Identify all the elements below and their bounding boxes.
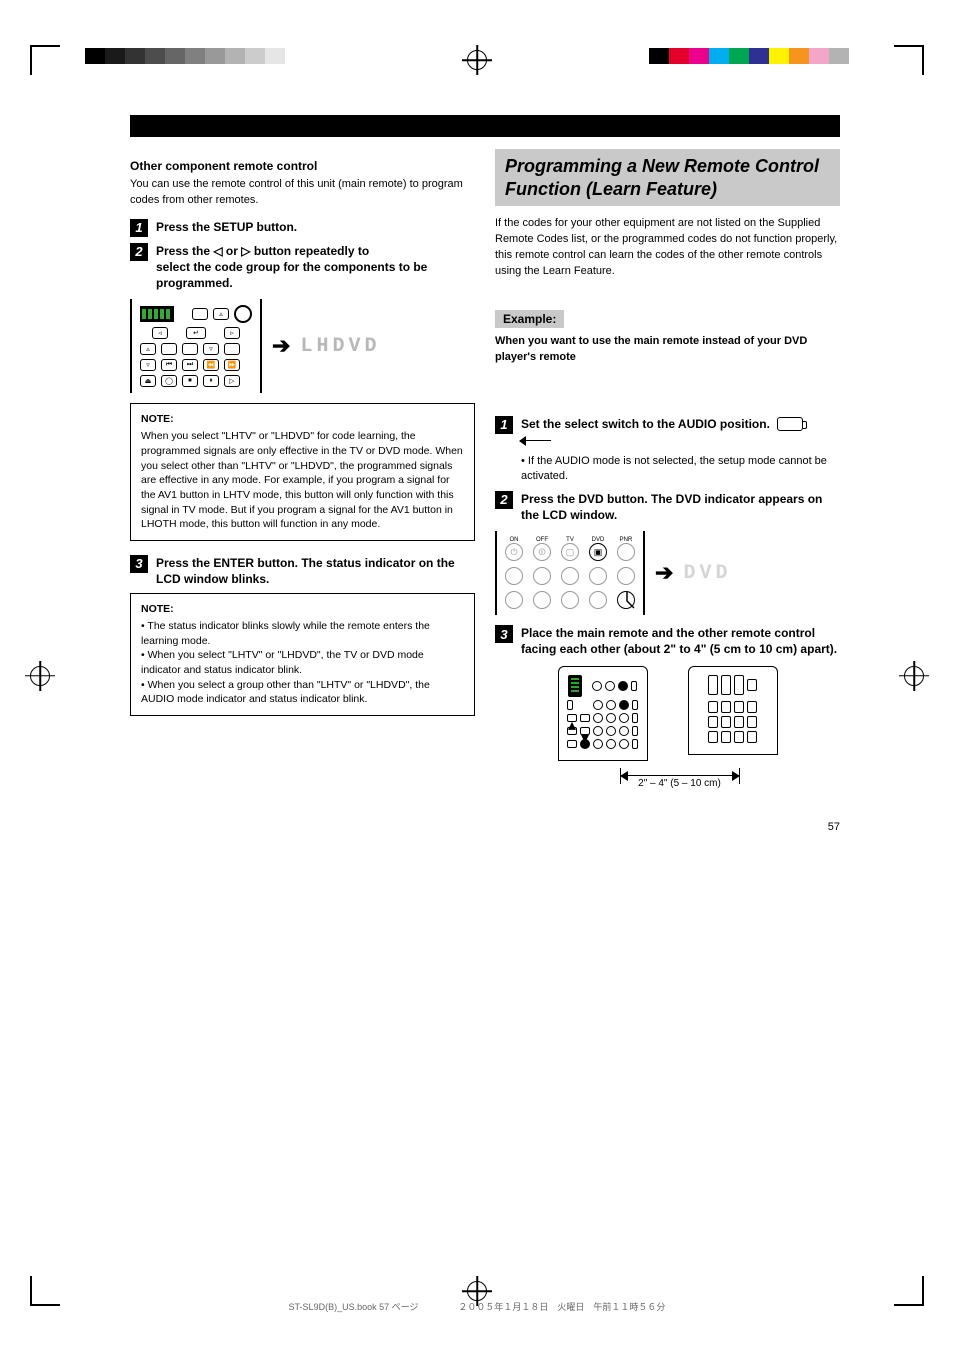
figure-dvd-button: ON⏻ OFF⏼ TV▢ DVD▣ PNR (495, 531, 840, 615)
footer-file: ST-SL9D(B)_US.book 57 ページ (289, 1300, 419, 1313)
r-step1-text: Set the select switch to the AUDIO posit… (521, 416, 840, 448)
switch-icon (777, 417, 803, 431)
step2-line2: select the code group for the components… (156, 260, 427, 290)
r-step1-note: • If the AUDIO mode is not selected, the… (521, 454, 840, 485)
footer-timestamp: ２００５年１月１８日 火曜日 午前１１時５６分 (458, 1300, 665, 1313)
distance-label: 2" – 4" (5 – 10 cm) (638, 778, 721, 789)
registration-mark-bottom (467, 1281, 487, 1301)
press-finger-icon (616, 590, 638, 612)
note2-head: NOTE: (141, 602, 464, 617)
note2-body2: • When you select "LHTV" or "LHDVD", the… (141, 648, 464, 677)
section-title-box: Programming a New Remote Control Functio… (495, 149, 840, 206)
step2-line1: Press the ◁ or ▷ button repeatedly to (156, 244, 369, 258)
crop-mark-tr (894, 45, 924, 75)
remote-source-buttons: ON⏻ OFF⏼ TV▢ DVD▣ PNR (495, 531, 645, 615)
lcd-readout-lhdvd: LHDVD (300, 335, 380, 358)
arrow-right-icon: ➔ (272, 333, 290, 359)
step-number-1: 1 (130, 219, 148, 237)
example-text: When you want to use the main remote ins… (495, 334, 840, 366)
step-number-2: 2 (130, 243, 148, 261)
left-step-2: 2 Press the ◁ or ▷ button repeatedly to … (130, 243, 475, 292)
step2-text: Press the ◁ or ▷ button repeatedly to se… (156, 243, 475, 292)
section-title: Programming a New Remote Control Functio… (505, 155, 830, 200)
arrow-right-icon-2: ➔ (655, 560, 673, 586)
note2-body1: • The status indicator blinks slowly whi… (141, 619, 464, 648)
right-step-1: 1 Set the select switch to the AUDIO pos… (495, 416, 840, 448)
figure-remote-lhdvd: ▵ ◃ ↵ ▹ ▵▿ ▿⏮⏭⏪⏩ (130, 299, 475, 393)
intro-paragraph: If the codes for your other equipment ar… (495, 216, 840, 280)
left-column: Other component remote control You can u… (130, 149, 475, 833)
example-label: Example: (495, 310, 564, 328)
r-step1-line: Set the select switch to the AUDIO posit… (521, 417, 770, 431)
crop-mark-tl (30, 45, 60, 75)
step-number-3r: 3 (495, 625, 513, 643)
subhead-other-remote: Other component remote control (130, 159, 475, 173)
step-number-1r: 1 (495, 416, 513, 434)
lcd-readout-dvd: DVD (683, 562, 731, 585)
remote-a-illustration: ▴ ▾ (558, 666, 648, 761)
para-other-remote: You can use the remote control of this u… (130, 177, 475, 209)
step3-text: Press the ENTER button. The status indic… (156, 555, 475, 587)
note1-head: NOTE: (141, 412, 464, 427)
footer-metadata: ST-SL9D(B)_US.book 57 ページ ２００５年１月１８日 火曜日… (289, 1300, 666, 1313)
remote-b-illustration (688, 666, 778, 755)
step-number-2r: 2 (495, 491, 513, 509)
note-box-1: NOTE: When you select "LHTV" or "LHDVD" … (130, 403, 475, 541)
grayscale-bar (85, 48, 305, 64)
registration-mark-right (904, 666, 924, 686)
left-step-1: 1 Press the SETUP button. (130, 219, 475, 237)
switch-arrow-icon (525, 440, 551, 441)
figure-pair-remotes: ▴ ▾ 2" – 4" (5 – 10 cm) (495, 666, 840, 761)
note2-body3: • When you select a group other than "LH… (141, 678, 464, 707)
note-box-2: NOTE: • The status indicator blinks slow… (130, 593, 475, 716)
registration-mark-left (30, 666, 50, 686)
step1-text: Press the SETUP button. (156, 219, 475, 237)
r-step2-text: Press the DVD button. The DVD indicator … (521, 491, 840, 523)
right-step-2: 2 Press the DVD button. The DVD indicato… (495, 491, 840, 523)
color-bar (649, 48, 869, 64)
right-column: Programming a New Remote Control Functio… (495, 149, 840, 833)
remote-illustration-left: ▵ ◃ ↵ ▹ ▵▿ ▿⏮⏭⏪⏩ (130, 299, 262, 393)
step-number-3: 3 (130, 555, 148, 573)
header-blackbar (130, 115, 840, 137)
distance-indicator: 2" – 4" (5 – 10 cm) (620, 775, 740, 789)
registration-mark-top (467, 50, 487, 70)
note1-body: When you select "LHTV" or "LHDVD" for co… (141, 430, 463, 530)
right-step-3: 3 Place the main remote and the other re… (495, 625, 840, 657)
page-content: Other component remote control You can u… (130, 115, 840, 833)
crop-mark-bl (30, 1276, 60, 1306)
crop-mark-br (894, 1276, 924, 1306)
r-step3-text: Place the main remote and the other remo… (521, 625, 840, 657)
page-number: 57 (828, 821, 840, 833)
left-step-3: 3 Press the ENTER button. The status ind… (130, 555, 475, 587)
